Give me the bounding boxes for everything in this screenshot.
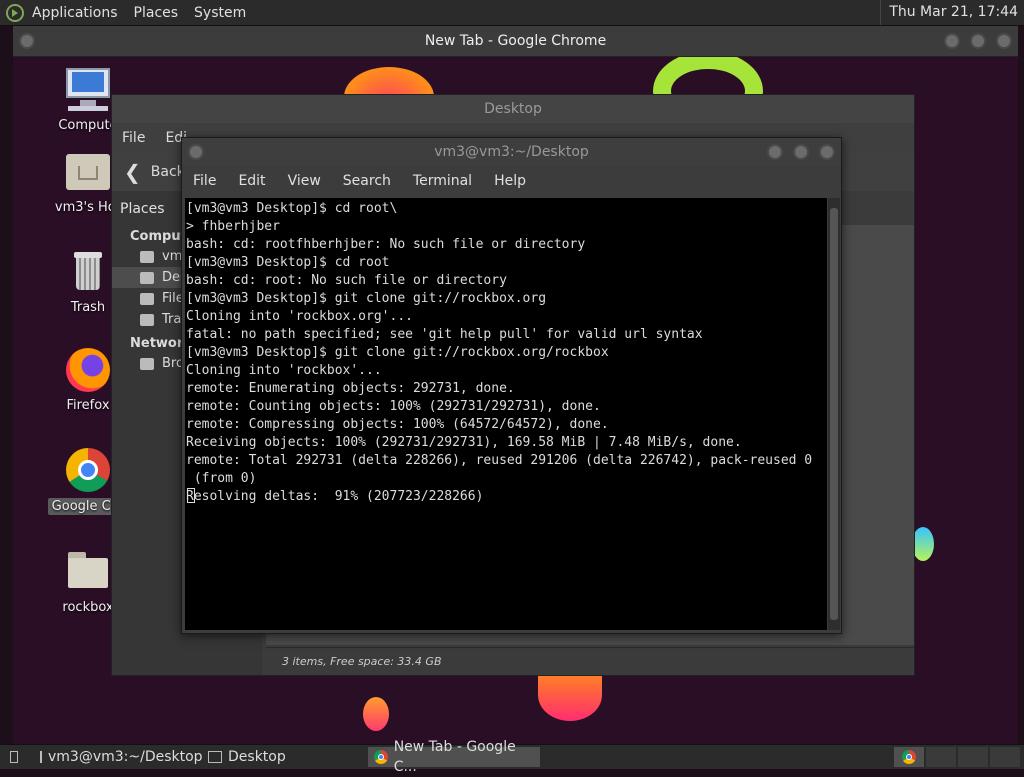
file-manager-status: 3 items, Free space: 33.4 GB bbox=[266, 647, 914, 675]
chrome-window-menu-button[interactable] bbox=[19, 33, 35, 49]
clock[interactable]: Thu Mar 21, 17:44 bbox=[880, 0, 1024, 25]
chrome-icon bbox=[902, 750, 916, 764]
terminal-icon bbox=[40, 751, 42, 763]
sidebar-item-label: vm bbox=[162, 249, 183, 264]
back-button-label: Back bbox=[150, 164, 185, 180]
terminal-line: (from 0) bbox=[186, 471, 257, 486]
chrome-window-title: New Tab - Google Chrome bbox=[424, 33, 607, 49]
workspace-switcher-1[interactable] bbox=[894, 747, 924, 767]
terminal-window-menu-button[interactable] bbox=[188, 144, 204, 160]
menu-applications[interactable]: Applications bbox=[24, 5, 126, 21]
desktop-icon-label: Firefox bbox=[66, 398, 110, 413]
terminal-line: remote: Compressing objects: 100% (64572… bbox=[186, 417, 609, 432]
terminal-maximize-button[interactable] bbox=[793, 144, 809, 160]
terminal-minimize-button[interactable] bbox=[767, 144, 783, 160]
terminal-line: remote: Total 292731 (delta 228266), reu… bbox=[186, 453, 813, 468]
folder-icon bbox=[64, 548, 112, 596]
term-menu-edit[interactable]: Edit bbox=[227, 173, 276, 189]
workspace-switcher-3[interactable] bbox=[958, 747, 988, 767]
desktop-icon-label: rockbox bbox=[62, 600, 114, 615]
drive-icon bbox=[140, 292, 154, 305]
terminal-line: bash: cd: rootfhberhjber: No such file o… bbox=[186, 237, 586, 252]
back-button[interactable]: ❮ Back bbox=[112, 160, 185, 184]
network-icon bbox=[140, 357, 154, 370]
terminal-scrollbar[interactable] bbox=[828, 198, 840, 630]
terminal-title: vm3@vm3:~/Desktop bbox=[434, 144, 589, 160]
home-icon bbox=[140, 250, 154, 263]
terminal-line: fatal: no path specified; see 'git help … bbox=[186, 327, 703, 342]
decor-blue-shape bbox=[912, 527, 934, 561]
task-terminal[interactable]: vm3@vm3:~/Desktop bbox=[34, 747, 203, 767]
decor-small-orange bbox=[363, 697, 389, 731]
chrome-maximize-button[interactable] bbox=[970, 33, 986, 49]
bottom-panel: vm3@vm3:~/Desktop Desktop New Tab - Goog… bbox=[0, 739, 1024, 775]
term-menu-search[interactable]: Search bbox=[332, 173, 402, 189]
terminal-line: Cloning into 'rockbox'... bbox=[186, 363, 382, 378]
terminal-line: [vm3@vm3 Desktop]$ git clone git://rockb… bbox=[186, 345, 609, 360]
terminal-line: [vm3@vm3 Desktop]$ cd root bbox=[186, 255, 390, 270]
terminal-line: [vm3@vm3 Desktop]$ cd root\ bbox=[186, 201, 398, 216]
menu-system[interactable]: System bbox=[186, 5, 254, 21]
terminal-close-button[interactable] bbox=[819, 144, 835, 160]
terminal-output: [vm3@vm3 Desktop]$ cd root\ > fhberhjber b… bbox=[185, 198, 827, 506]
task-label: New Tab - Google C... bbox=[393, 739, 516, 775]
desktop-icon-label: Compute bbox=[58, 118, 118, 133]
terminal-line: remote: Enumerating objects: 292731, don… bbox=[186, 381, 515, 396]
desktop-icon bbox=[140, 271, 154, 284]
top-panel: Applications Places System Thu Mar 21, 1… bbox=[0, 0, 1024, 26]
chrome-minimize-button[interactable] bbox=[944, 33, 960, 49]
chrome-icon bbox=[374, 750, 388, 764]
trash-icon bbox=[140, 313, 154, 326]
terminal-line: bash: cd: root: No such file or director… bbox=[186, 273, 507, 288]
chrome-titlebar[interactable]: New Tab - Google Chrome bbox=[13, 26, 1018, 57]
task-desktop[interactable]: Desktop bbox=[202, 747, 362, 767]
firefox-icon bbox=[64, 346, 112, 394]
terminal-line: remote: Counting objects: 100% (292731/2… bbox=[186, 399, 601, 414]
terminal-line: Cloning into 'rockbox.org'... bbox=[186, 309, 413, 324]
term-menu-help[interactable]: Help bbox=[483, 173, 537, 189]
arrow-left-icon: ❮ bbox=[124, 160, 141, 184]
term-menu-view[interactable]: View bbox=[277, 173, 332, 189]
terminal-titlebar[interactable]: vm3@vm3:~/Desktop bbox=[182, 138, 841, 166]
chrome-close-button[interactable] bbox=[996, 33, 1012, 49]
home-folder-icon bbox=[64, 148, 112, 196]
trash-icon bbox=[64, 248, 112, 296]
fm-menu-file[interactable]: File bbox=[112, 130, 155, 146]
terminal-line: Resolving deltas: 91% (207723/228266) bbox=[186, 489, 484, 504]
show-desktop-icon bbox=[10, 751, 18, 763]
scrollbar-thumb[interactable] bbox=[830, 208, 838, 620]
computer-icon bbox=[64, 66, 112, 114]
terminal-line: [vm3@vm3 Desktop]$ git clone git://rockb… bbox=[186, 291, 547, 306]
menu-places[interactable]: Places bbox=[126, 5, 187, 21]
decor-orange-drop bbox=[538, 669, 602, 721]
file-manager-icon bbox=[208, 751, 222, 763]
terminal-cursor bbox=[187, 488, 195, 503]
chrome-icon bbox=[64, 446, 112, 494]
show-desktop-button[interactable] bbox=[4, 747, 24, 767]
term-menu-file[interactable]: File bbox=[182, 173, 227, 189]
terminal-window: vm3@vm3:~/Desktop File Edit View Search … bbox=[181, 137, 842, 634]
term-menu-terminal[interactable]: Terminal bbox=[402, 173, 483, 189]
terminal-line: Receiving objects: 100% (292731/292731),… bbox=[186, 435, 742, 450]
task-label: vm3@vm3:~/Desktop bbox=[48, 749, 203, 765]
sidebar-item-label: Tra bbox=[162, 312, 182, 327]
terminal-screen[interactable]: [vm3@vm3 Desktop]$ cd root\ > fhberhjber b… bbox=[185, 198, 827, 630]
desktop-icon-label: Trash bbox=[70, 300, 106, 315]
terminal-line: > fhberhjber bbox=[186, 219, 280, 234]
file-manager-titlebar[interactable]: Desktop bbox=[112, 95, 914, 123]
file-manager-title: Desktop bbox=[484, 101, 542, 117]
workspace-switcher-2[interactable] bbox=[926, 747, 956, 767]
task-label: Desktop bbox=[228, 749, 286, 765]
terminal-menubar: File Edit View Search Terminal Help bbox=[182, 166, 841, 196]
distro-logo-icon[interactable] bbox=[6, 3, 24, 22]
task-chrome[interactable]: New Tab - Google C... bbox=[368, 739, 540, 775]
workspace-switcher-4[interactable] bbox=[990, 747, 1020, 767]
